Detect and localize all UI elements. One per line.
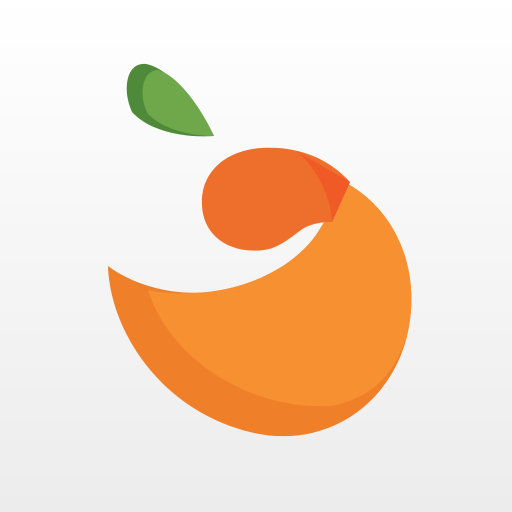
orange-logo-icon	[108, 63, 412, 437]
app-icon	[0, 0, 512, 512]
leaf-icon	[126, 63, 214, 137]
orange-body-icon	[108, 147, 412, 437]
